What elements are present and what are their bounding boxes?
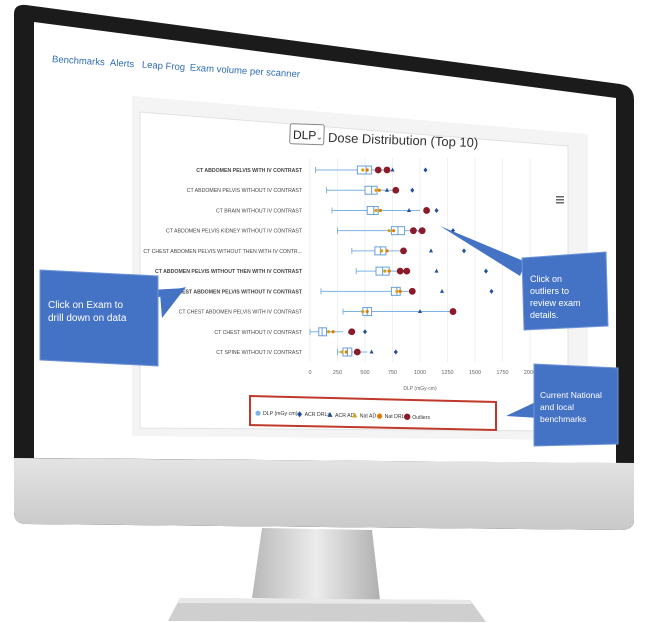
outlier-point[interactable] xyxy=(403,267,411,275)
nat-ad-marker xyxy=(379,249,384,253)
outlier-point[interactable] xyxy=(400,247,407,255)
outlier-point[interactable] xyxy=(392,186,400,194)
nat-drl-marker xyxy=(331,330,335,334)
monitor-stand xyxy=(168,528,486,622)
nat-drl-marker xyxy=(365,309,369,314)
category-label[interactable]: CT ABDOMEN PELVIS WITH IV CONTRAST xyxy=(196,168,303,174)
legend-item-label[interactable]: ACR DRLs xyxy=(305,412,331,418)
legend-circle-icon xyxy=(404,413,411,420)
x-tick-label: 250 xyxy=(333,370,342,376)
nat-drl-marker xyxy=(344,350,348,354)
category-label[interactable]: CT BRAIN WITHOUT IV CONTRAST xyxy=(216,208,303,214)
legend-circle-icon xyxy=(255,410,261,416)
box-iqr xyxy=(318,327,327,337)
x-tick-label: 1250 xyxy=(441,370,453,376)
category-label[interactable]: CT ABDOMEN PELVIS KIDNEY WITHOUT IV CONT… xyxy=(166,229,303,235)
nat-ad-marker xyxy=(340,350,344,354)
legend-item-label[interactable]: Nat AD xyxy=(360,414,377,420)
category-label[interactable]: CT CHEST ABDOMEN PELVIS WITHOUT IV CONTR… xyxy=(166,289,303,295)
category-label[interactable]: CT SPINE WITHOUT IV CONTRAST xyxy=(216,350,303,356)
monitor-mockup: Benchmarks Alerts Leap Frog Exam volume … xyxy=(14,4,634,622)
nat-ad-marker xyxy=(327,330,331,334)
callout-line: outliers to xyxy=(530,286,569,296)
x-tick-label: 1000 xyxy=(414,370,426,376)
nat-drl-marker xyxy=(392,229,396,233)
callout-line: and local xyxy=(540,402,574,412)
x-tick-label: 500 xyxy=(360,370,369,376)
nat-ad-marker xyxy=(374,208,378,213)
hamburger-menu-icon[interactable] xyxy=(556,196,564,204)
nat-ad-marker xyxy=(387,229,391,233)
x-tick-label: 750 xyxy=(388,370,397,376)
callout-line: details. xyxy=(530,310,559,320)
nat-ad-marker xyxy=(395,289,399,293)
nat-ad-marker xyxy=(383,269,387,273)
outlier-point[interactable] xyxy=(396,267,404,275)
legend-item-label[interactable]: Nat DRL xyxy=(385,414,405,420)
legend: DLP (mGy·cm) ACR DRLs ACR AD Nat AD Nat DRL O… xyxy=(249,394,497,432)
outlier-point[interactable] xyxy=(383,166,391,174)
category-label[interactable]: CT CHEST ABDOMEN PELVIS WITHOUT THEN WIT… xyxy=(143,249,302,255)
nat-drl-marker xyxy=(365,168,369,172)
x-axis-label: DLP (mGy·cm) xyxy=(403,386,437,392)
outlier-point[interactable] xyxy=(353,348,361,356)
outlier-point[interactable] xyxy=(418,227,426,235)
callout-line: review exam xyxy=(530,298,581,308)
x-tick-label: 1750 xyxy=(496,370,508,376)
nat-drl-marker xyxy=(398,289,402,293)
outlier-point[interactable] xyxy=(408,287,416,295)
nat-drl-marker xyxy=(387,269,391,273)
nat-drl-marker xyxy=(378,208,382,213)
legend-item-label[interactable]: ACR AD xyxy=(335,413,355,419)
x-tick-label: 1500 xyxy=(469,370,481,376)
outlier-point[interactable] xyxy=(410,227,417,235)
box-iqr xyxy=(356,165,373,175)
x-tick-label: 0 xyxy=(308,370,311,376)
nat-ad-marker xyxy=(361,309,365,314)
tab-alerts[interactable]: Alerts xyxy=(110,58,135,70)
category-label[interactable]: CT CHEST ABDOMEN PELVIS WITH IV CONTRAST xyxy=(179,310,303,316)
metric-select-value: DLP xyxy=(293,128,317,143)
nat-drl-marker xyxy=(385,249,389,253)
chevron-down-icon: ⌄ xyxy=(316,133,323,142)
nat-ad-marker xyxy=(374,188,378,192)
callout-line: benchmarks xyxy=(540,414,586,424)
category-label[interactable]: CT ABDOMEN PELVIS WITHOUT IV CONTRAST xyxy=(187,188,303,194)
callout-line: drill down on data xyxy=(48,313,127,324)
outlier-point[interactable] xyxy=(348,328,356,336)
legend-item-label[interactable]: DLP (mGy·cm) xyxy=(263,411,298,417)
legend-item-label[interactable]: Outliers xyxy=(412,415,430,421)
nat-ad-marker xyxy=(361,168,365,172)
category-label[interactable]: CT ABDOMEN PELVIS WITHOUT THEN WITH IV C… xyxy=(155,269,303,275)
category-label[interactable]: CT CHEST WITHOUT IV CONTRAST xyxy=(214,330,302,336)
nat-drl-marker xyxy=(377,188,381,192)
outlier-point[interactable] xyxy=(423,207,430,214)
outlier-point[interactable] xyxy=(374,166,382,174)
outlier-point[interactable] xyxy=(449,308,457,315)
legend-circle-icon xyxy=(377,413,383,419)
